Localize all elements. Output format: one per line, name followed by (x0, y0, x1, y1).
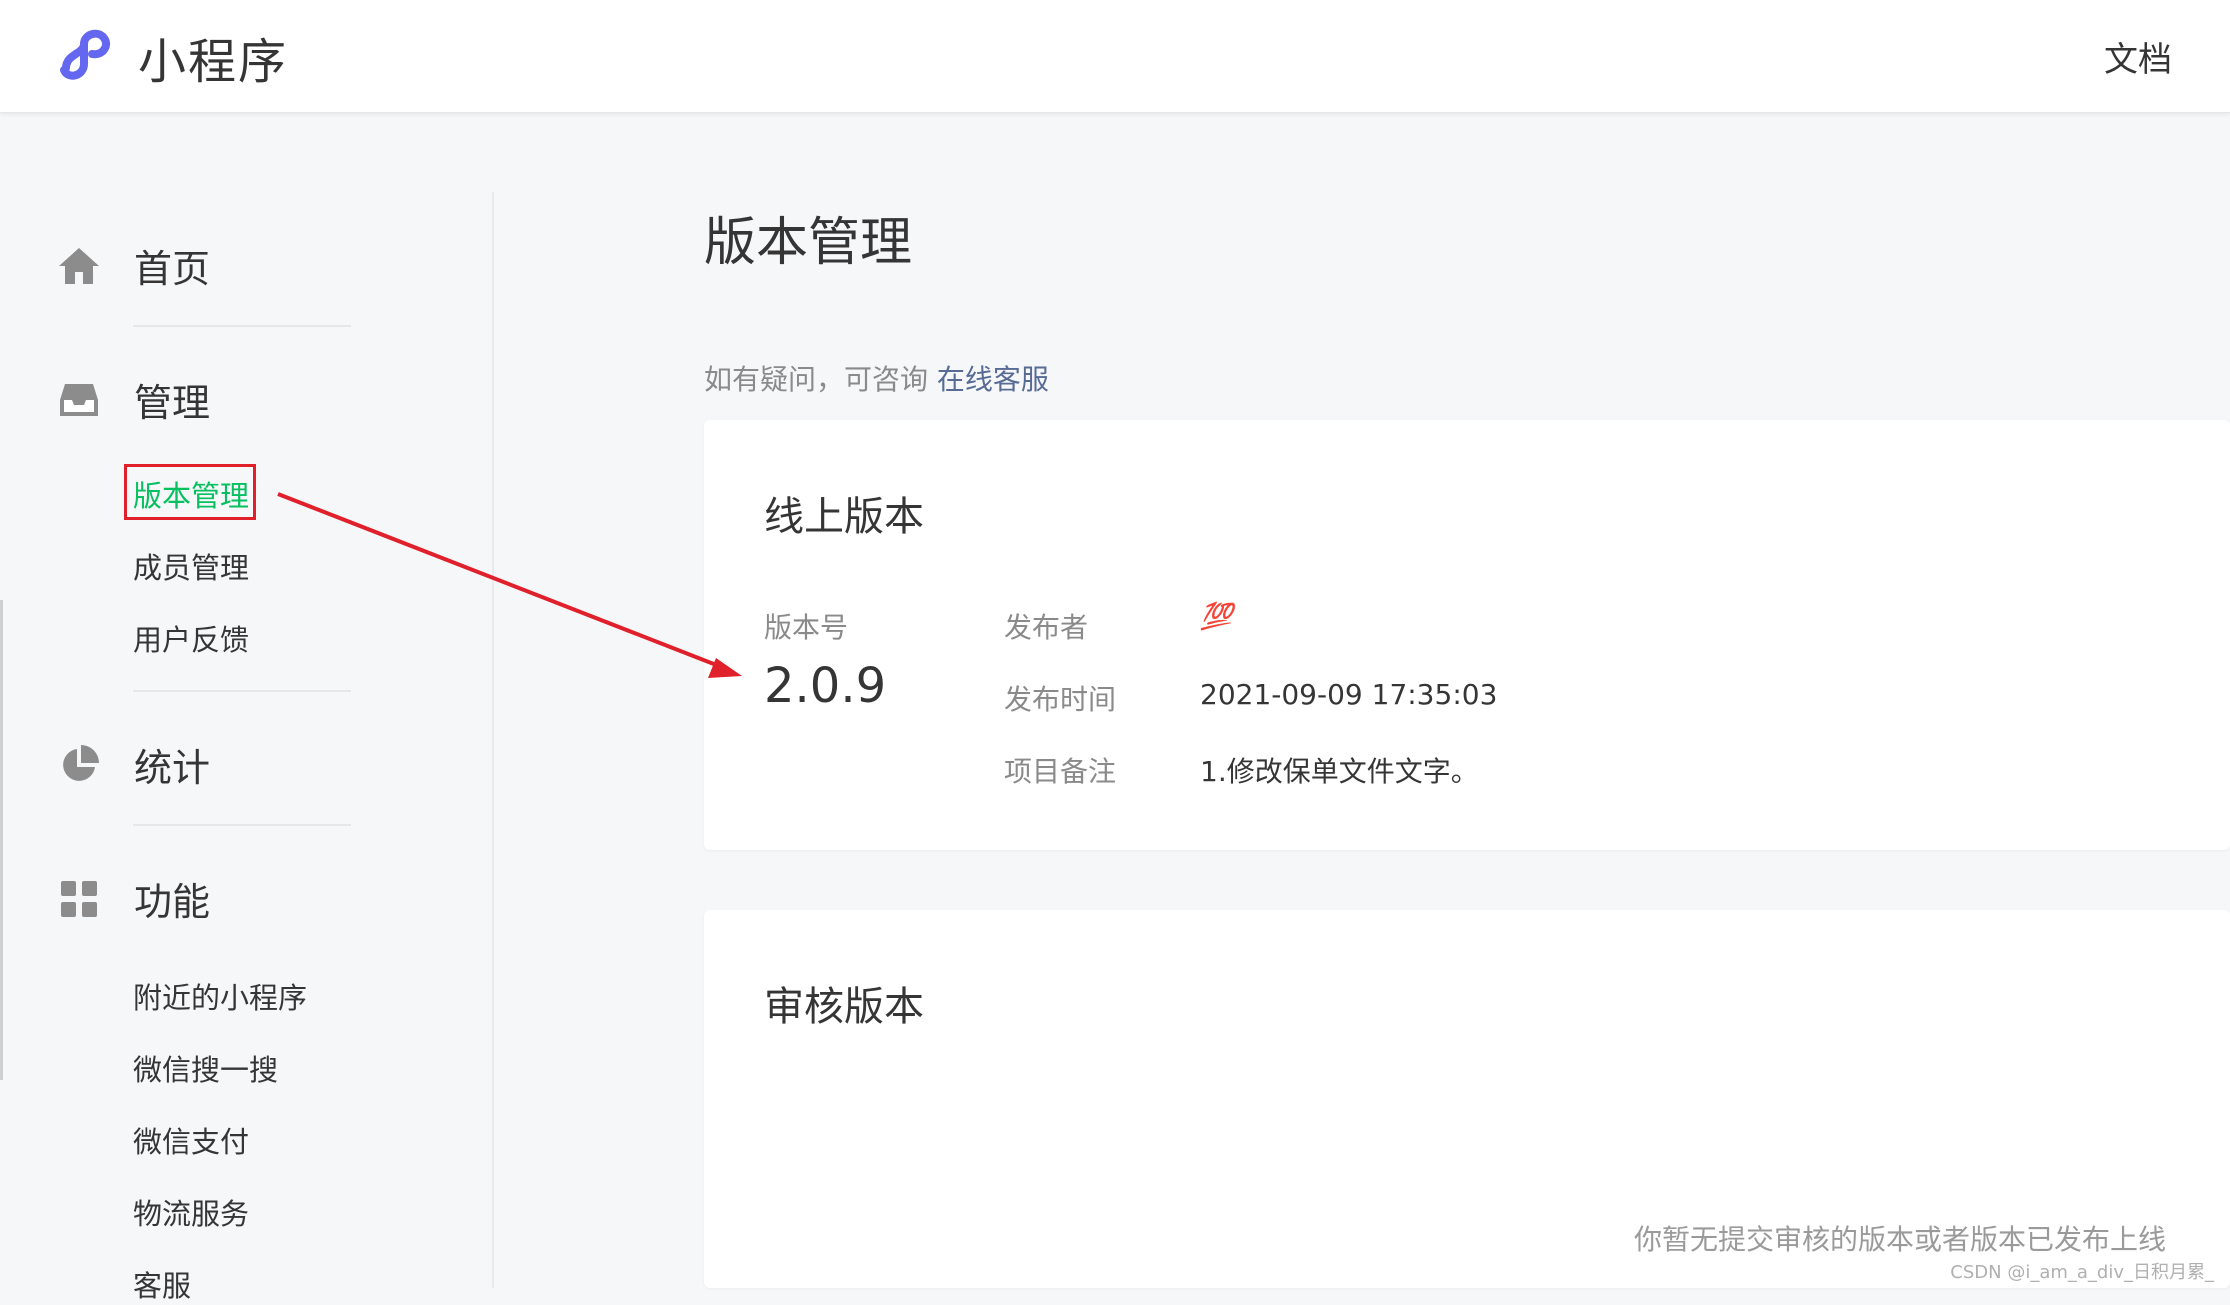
divider (133, 690, 351, 692)
docs-link[interactable]: 文档 (2104, 32, 2172, 81)
sidebar-item-logistics[interactable]: 物流服务 (133, 1191, 249, 1233)
divider (133, 325, 351, 327)
review-version-title: 审核版本 (764, 984, 924, 1030)
pie-chart-icon (56, 742, 102, 788)
nav-features-label: 功能 (134, 880, 211, 924)
brand-title[interactable]: 小程序 (138, 22, 288, 92)
online-support-link[interactable]: 在线客服 (937, 363, 1049, 396)
nav-manage-label: 管理 (134, 381, 211, 425)
nav-stats[interactable]: 统计 (56, 737, 210, 792)
publish-time-value: 2021-09-09 17:35:03 (1200, 678, 1498, 711)
publisher-label: 发布者 (1004, 611, 1089, 644)
project-note-label: 项目备注 (1004, 755, 1117, 788)
review-version-card: 审核版本 你暂无提交审核的版本或者版本已发布上线 (704, 910, 2230, 1288)
inbox-icon (56, 377, 102, 423)
version-number-label: 版本号 (764, 611, 849, 644)
divider (133, 824, 351, 826)
sidebar-item-nearby-miniprogram[interactable]: 附近的小程序 (133, 975, 307, 1017)
sidebar-item-wechat-pay[interactable]: 微信支付 (133, 1119, 249, 1161)
sidebar-divider (492, 192, 494, 1288)
publish-time-label: 发布时间 (1004, 683, 1117, 716)
nav-stats-label: 统计 (134, 746, 211, 790)
top-bar: 小程序 文档 (0, 0, 2230, 113)
help-prefix: 如有疑问，可咨询 (704, 363, 929, 396)
nav-home-label: 首页 (134, 247, 211, 291)
online-version-card: 线上版本 版本号 2.0.9 发布者 💯 发布时间 2021-09-09 17:… (704, 420, 2230, 850)
review-empty-message: 你暂无提交审核的版本或者版本已发布上线 (1633, 1223, 2166, 1256)
grid-icon (56, 876, 102, 922)
sidebar-item-customer-service[interactable]: 客服 (133, 1263, 191, 1305)
home-icon (56, 243, 102, 289)
miniprogram-logo-icon[interactable] (58, 24, 122, 84)
help-text: 如有疑问，可咨询 在线客服 (704, 358, 1049, 398)
online-version-title: 线上版本 (764, 494, 924, 540)
nav-features[interactable]: 功能 (56, 871, 210, 926)
watermark: CSDN @i_am_a_div_日积月累_ (1950, 1262, 2214, 1283)
sidebar-item-member-manage[interactable]: 成员管理 (133, 545, 249, 587)
publisher-value: 💯 (1200, 602, 1233, 632)
version-number-value: 2.0.9 (764, 658, 887, 714)
sidebar-item-version-manage[interactable]: 版本管理 (133, 473, 249, 515)
sidebar-item-user-feedback[interactable]: 用户反馈 (133, 617, 249, 659)
page-title: 版本管理 (704, 213, 913, 273)
left-edge-shadow (0, 600, 3, 1080)
sidebar-item-wechat-search[interactable]: 微信搜一搜 (133, 1047, 278, 1089)
nav-manage[interactable]: 管理 (56, 372, 210, 427)
project-note-value: 1.修改保单文件文字。 (1200, 755, 1479, 788)
nav-home[interactable]: 首页 (56, 238, 210, 293)
